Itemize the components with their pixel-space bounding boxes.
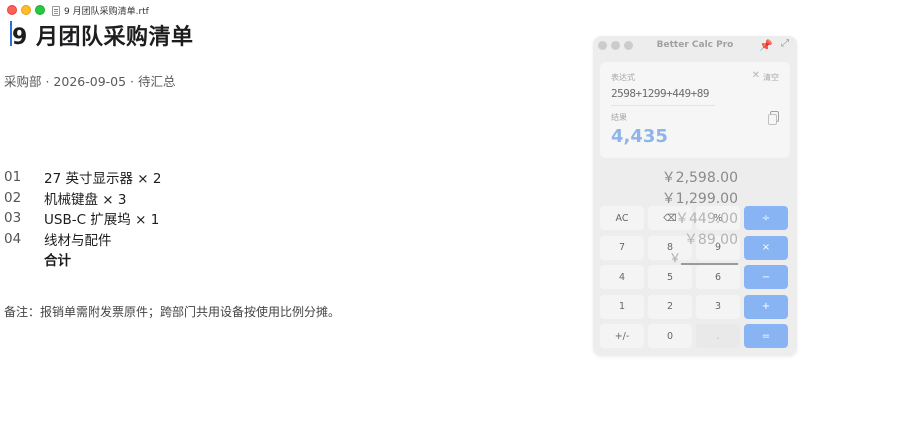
item-amount[interactable]: ￥1,299.00: [600, 189, 738, 210]
amount-column: ￥2,598.00 ￥1,299.00 ￥449.00 ￥89.00: [600, 168, 738, 250]
key-5-button[interactable]: 5: [648, 265, 692, 289]
display-divider: [611, 105, 715, 106]
document-filename: 9 月团队采购清单.rtf: [64, 7, 149, 17]
list-item[interactable]: 03 USB-C 扩展坞 × 1: [4, 208, 161, 229]
item-number: 02: [4, 189, 22, 206]
key-3-button[interactable]: 3: [696, 294, 740, 319]
key-decimal-button[interactable]: .: [696, 324, 740, 348]
document-titlebar: 9 月团队采购清单.rtf: [0, 0, 920, 20]
zoom-window-button[interactable]: [35, 5, 45, 15]
result-label: 结果: [611, 113, 627, 122]
key-negate-button[interactable]: +/-: [600, 324, 644, 348]
expression-input[interactable]: 2598+1299+449+89: [611, 87, 709, 100]
key-2-button[interactable]: 2: [648, 294, 692, 319]
pin-icon[interactable]: 📌: [759, 39, 773, 52]
key-1-button[interactable]: 1: [600, 294, 644, 319]
item-description: 线材与配件: [44, 232, 112, 249]
result-value: 4,435: [611, 126, 668, 147]
item-description: 27 英寸显示器 × 2: [44, 171, 162, 188]
item-amount[interactable]: ￥2,598.00: [600, 168, 738, 189]
list-item[interactable]: 04 线材与配件: [4, 229, 161, 250]
key-6-button[interactable]: 6: [696, 265, 740, 289]
minimize-window-button[interactable]: [21, 5, 31, 15]
document-note[interactable]: 备注：报销单需附发票原件；跨部门共用设备按使用比例分摊。: [4, 303, 340, 320]
close-window-button[interactable]: [7, 5, 17, 15]
item-description: 机械键盘 × 3: [44, 191, 127, 208]
document-heading[interactable]: 9 月团队采购清单: [12, 19, 193, 51]
calculator-titlebar[interactable]: Better Calc Pro 📌 ⤢: [593, 36, 797, 55]
item-number: 04: [4, 230, 22, 247]
item-number: 01: [4, 169, 22, 186]
key-equals-button[interactable]: =: [744, 324, 788, 348]
item-amount[interactable]: ￥89.00: [600, 230, 738, 251]
document-title: 9 月团队采购清单.rtf: [52, 4, 149, 17]
key-0-button[interactable]: 0: [648, 324, 692, 348]
total-underline: [681, 263, 738, 265]
key-divide-button[interactable]: ÷: [744, 206, 788, 230]
copy-icon[interactable]: [768, 111, 779, 125]
rtf-document-icon: [52, 5, 60, 16]
calculator-display: 表达式 ✕ 清空 2598+1299+449+89 结果 4,435: [600, 62, 790, 158]
key-4-button[interactable]: 4: [600, 265, 644, 289]
clear-button[interactable]: 清空: [763, 72, 779, 83]
key-subtract-button[interactable]: −: [744, 265, 788, 289]
item-description: USB-C 扩展坞 × 1: [44, 212, 160, 229]
item-amount[interactable]: ￥449.00: [600, 209, 738, 230]
clear-icon[interactable]: ✕: [752, 70, 760, 81]
key-multiply-button[interactable]: ×: [744, 235, 788, 260]
total-label: 合计: [44, 253, 71, 270]
total-amount-prefix[interactable]: ￥: [669, 249, 681, 266]
list-item[interactable]: 01 27 英寸显示器 × 2: [4, 167, 161, 188]
key-add-button[interactable]: +: [744, 294, 788, 319]
expand-icon[interactable]: ⤢: [781, 38, 789, 49]
list-item[interactable]: 02 机械键盘 × 3: [4, 188, 161, 209]
total-row[interactable]: 合计: [4, 249, 161, 270]
document-meta[interactable]: 采购部 · 2026-09-05 · 待汇总: [4, 71, 176, 90]
expression-label: 表达式: [611, 73, 635, 82]
item-number: 03: [4, 210, 22, 227]
purchase-item-list: 01 27 英寸显示器 × 2 02 机械键盘 × 3 03 USB-C 扩展坞…: [4, 167, 161, 270]
